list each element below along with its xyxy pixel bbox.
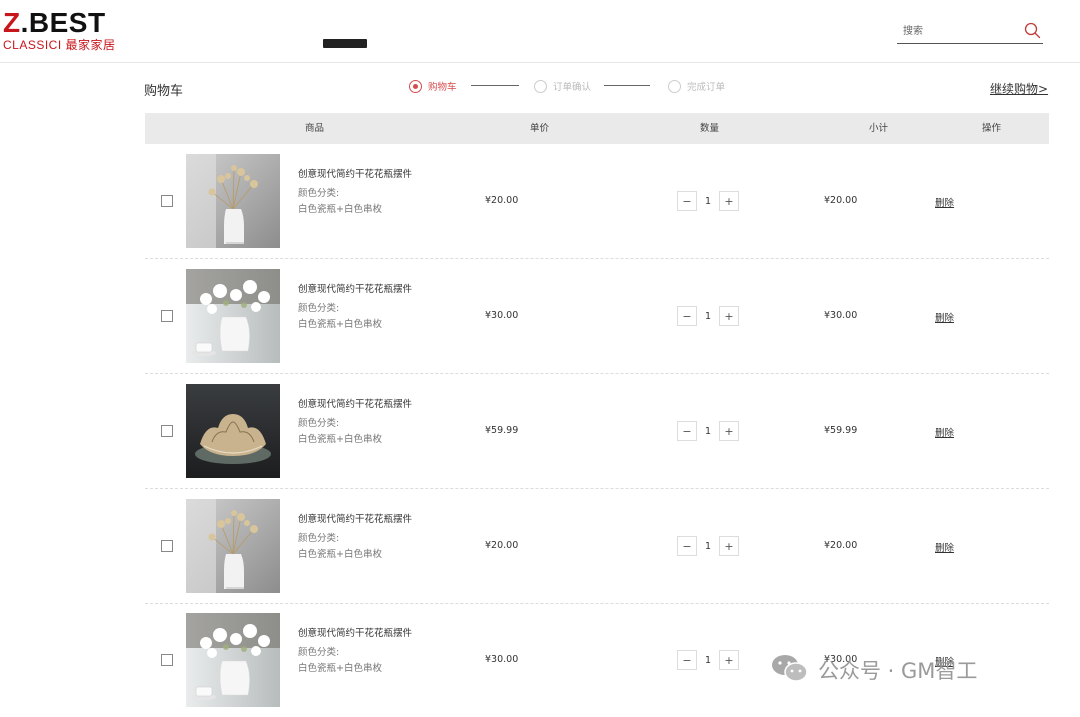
qty-decrease-button[interactable]: − <box>677 650 697 670</box>
qty-increase-button[interactable]: + <box>719 191 739 211</box>
search-input[interactable] <box>903 23 1013 40</box>
row-subtotal: ¥30.00 <box>824 310 858 321</box>
unit-price: ¥30.00 <box>485 654 519 665</box>
step-label: 订单确认 <box>553 82 592 93</box>
logo-z-letter: Z <box>3 7 21 38</box>
qty-value[interactable]: 1 <box>697 655 719 666</box>
qty-increase-button[interactable]: + <box>719 650 739 670</box>
product-image-vase-white-flowers[interactable] <box>186 613 280 707</box>
product-image-vase-dried-flowers[interactable] <box>186 499 280 593</box>
step-label: 购物车 <box>428 82 457 93</box>
step-cart: 购物车 <box>409 76 457 96</box>
product-attr-label: 颜色分类: <box>298 533 340 544</box>
product-name[interactable]: 创意现代简约干花花瓶摆件 <box>298 396 412 410</box>
step-label: 完成订单 <box>687 82 726 93</box>
product-attr-label: 颜色分类: <box>298 647 340 658</box>
product-attr-value: 白色瓷瓶+白色串枚 <box>298 319 382 330</box>
product-image-vase-white-flowers[interactable] <box>186 269 280 363</box>
quantity-stepper: − 1 + <box>677 306 739 326</box>
qty-decrease-button[interactable]: − <box>677 421 697 441</box>
continue-shopping-link[interactable]: 继续购物> <box>990 80 1048 97</box>
product-attr-value: 白色瓷瓶+白色串枚 <box>298 434 382 445</box>
header-action: 操作 <box>982 123 1002 134</box>
logo-subtitle: CLASSICI 最家家居 <box>3 38 116 52</box>
row-subtotal: ¥59.99 <box>824 425 858 436</box>
row-subtotal: ¥20.00 <box>824 540 858 551</box>
cart-row: 创意现代简约干花花瓶摆件 颜色分类: 白色瓷瓶+白色串枚 ¥20.00 − 1 … <box>145 144 1049 259</box>
checkout-steps: 购物车 订单确认 完成订单 <box>409 76 749 96</box>
product-name[interactable]: 创意现代简约干花花瓶摆件 <box>298 281 412 295</box>
header-unit-price: 单价 <box>530 123 550 134</box>
search-icon[interactable] <box>1023 21 1043 41</box>
brand-logo[interactable]: Z.BEST CLASSICI 最家家居 <box>3 9 119 53</box>
product-attr-value: 白色瓷瓶+白色串枚 <box>298 663 382 674</box>
qty-decrease-button[interactable]: − <box>677 306 697 326</box>
product-image-lotus-ceramic[interactable] <box>186 384 280 478</box>
header-quantity: 数量 <box>700 123 720 134</box>
cart-table-header: 商品 单价 数量 小计 操作 <box>145 113 1049 144</box>
header-subtotal: 小计 <box>869 123 889 134</box>
product-attr-value: 白色瓷瓶+白色串枚 <box>298 204 382 215</box>
cart-row: 创意现代简约干花花瓶摆件 颜色分类: 白色瓷瓶+白色串枚 ¥30.00 − 1 … <box>145 259 1049 374</box>
nav-menu-redacted[interactable] <box>323 39 367 48</box>
product-attr-label: 颜色分类: <box>298 303 340 314</box>
qty-value[interactable]: 1 <box>697 426 719 437</box>
qty-increase-button[interactable]: + <box>719 421 739 441</box>
unit-price: ¥30.00 <box>485 310 519 321</box>
logo-rest: .BEST <box>20 7 106 38</box>
product-attr-label: 颜色分类: <box>298 418 340 429</box>
step-connector <box>471 85 519 86</box>
select-checkbox[interactable] <box>161 425 173 437</box>
logo-wordmark: Z.BEST <box>3 9 119 37</box>
product-name[interactable]: 创意现代简约干花花瓶摆件 <box>298 511 412 525</box>
select-checkbox[interactable] <box>161 195 173 207</box>
qty-decrease-button[interactable]: − <box>677 536 697 556</box>
search-box <box>897 20 1043 44</box>
product-image-vase-dried-flowers[interactable] <box>186 154 280 248</box>
select-checkbox[interactable] <box>161 654 173 666</box>
qty-value[interactable]: 1 <box>697 196 719 207</box>
watermark: 公众号 · GM智工 <box>770 652 977 688</box>
site-header: Z.BEST CLASSICI 最家家居 <box>0 0 1080 63</box>
product-attr-label: 颜色分类: <box>298 188 340 199</box>
qty-decrease-button[interactable]: − <box>677 191 697 211</box>
quantity-stepper: − 1 + <box>677 650 739 670</box>
delete-link[interactable]: 删除 <box>935 540 954 554</box>
select-checkbox[interactable] <box>161 310 173 322</box>
page-title: 购物车 <box>144 84 184 99</box>
qty-increase-button[interactable]: + <box>719 306 739 326</box>
unit-price: ¥20.00 <box>485 540 519 551</box>
unit-price: ¥59.99 <box>485 425 519 436</box>
quantity-stepper: − 1 + <box>677 421 739 441</box>
qty-increase-button[interactable]: + <box>719 536 739 556</box>
qty-value[interactable]: 1 <box>697 311 719 322</box>
cart-row: 创意现代简约干花花瓶摆件 颜色分类: 白色瓷瓶+白色串枚 ¥20.00 − 1 … <box>145 489 1049 604</box>
quantity-stepper: − 1 + <box>677 536 739 556</box>
select-checkbox[interactable] <box>161 540 173 552</box>
step-complete: 完成订单 <box>668 76 725 96</box>
delete-link[interactable]: 删除 <box>935 425 954 439</box>
watermark-text: 公众号 · GM智工 <box>818 659 978 683</box>
row-subtotal: ¥20.00 <box>824 195 858 206</box>
product-name[interactable]: 创意现代简约干花花瓶摆件 <box>298 166 412 180</box>
product-attr-value: 白色瓷瓶+白色串枚 <box>298 549 382 560</box>
step-inactive-icon <box>534 79 547 93</box>
delete-link[interactable]: 删除 <box>935 310 954 324</box>
step-active-icon <box>409 79 422 93</box>
qty-value[interactable]: 1 <box>697 541 719 552</box>
wechat-icon <box>770 652 810 689</box>
delete-link[interactable]: 删除 <box>935 195 954 209</box>
cart-row: 创意现代简约干花花瓶摆件 颜色分类: 白色瓷瓶+白色串枚 ¥59.99 − 1 … <box>145 374 1049 489</box>
header-product: 商品 <box>305 123 325 134</box>
unit-price: ¥20.00 <box>485 195 519 206</box>
step-connector <box>604 85 650 86</box>
step-inactive-icon <box>668 79 681 93</box>
quantity-stepper: − 1 + <box>677 191 739 211</box>
product-name[interactable]: 创意现代简约干花花瓶摆件 <box>298 625 412 639</box>
step-confirm: 订单确认 <box>534 76 591 96</box>
